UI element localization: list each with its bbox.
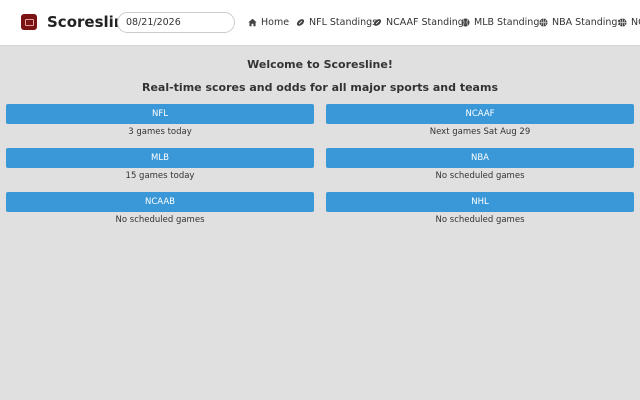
nav-ncaab-standings-label: NC — [631, 17, 640, 28]
nav-ncaaf-standings-label: NCAAF Standings — [386, 17, 469, 28]
basketball-icon — [539, 18, 548, 27]
scoresline-logo-icon[interactable] — [21, 14, 37, 30]
sport-card-nfl: NFL 3 games today — [6, 104, 314, 137]
sport-card-ncaaf: NCAAF Next games Sat Aug 29 — [326, 104, 634, 137]
ncaab-button[interactable]: NCAAB — [6, 192, 314, 212]
tagline-heading: Real-time scores and odds for all major … — [141, 81, 498, 94]
nav-home[interactable]: Home — [248, 17, 289, 28]
sport-card-ncaab: NCAAB No scheduled games — [6, 192, 314, 225]
baseball-icon — [461, 18, 470, 27]
nav-nba-standings[interactable]: NBA Standings — [539, 17, 622, 28]
mlb-status: 15 games today — [125, 171, 195, 181]
ncaab-status: No scheduled games — [115, 215, 205, 225]
top-navbar: Scoresline Home NFL Standings NCAAF Stan… — [0, 0, 640, 46]
nhl-status: No scheduled games — [435, 215, 525, 225]
home-icon — [248, 18, 257, 27]
nfl-status: 3 games today — [128, 127, 192, 137]
ncaaf-status: Next games Sat Aug 29 — [429, 127, 531, 137]
sport-card-mlb: MLB 15 games today — [6, 148, 314, 181]
nav-nfl-standings[interactable]: NFL Standings — [296, 17, 377, 28]
sport-card-nhl: NHL No scheduled games — [326, 192, 634, 225]
nav-mlb-standings-label: MLB Standings — [474, 17, 545, 28]
nav-nfl-standings-label: NFL Standings — [309, 17, 378, 28]
date-input[interactable] — [117, 12, 235, 33]
football-icon — [373, 18, 382, 27]
nav-home-label: Home — [261, 17, 290, 28]
nav-mlb-standings[interactable]: MLB Standings — [461, 17, 544, 28]
nav-ncaaf-standings[interactable]: NCAAF Standings — [373, 17, 469, 28]
nav-ncaab-standings[interactable]: NC — [618, 17, 640, 28]
nba-status: No scheduled games — [435, 171, 525, 181]
nav-nba-standings-label: NBA Standings — [552, 17, 623, 28]
ncaaf-button[interactable]: NCAAF — [326, 104, 634, 124]
nfl-button[interactable]: NFL — [6, 104, 314, 124]
mlb-button[interactable]: MLB — [6, 148, 314, 168]
football-icon — [296, 18, 305, 27]
nba-button[interactable]: NBA — [326, 148, 634, 168]
basketball-icon — [618, 18, 627, 27]
sport-card-nba: NBA No scheduled games — [326, 148, 634, 181]
welcome-heading: Welcome to Scoresline! — [247, 58, 393, 71]
nhl-button[interactable]: NHL — [326, 192, 634, 212]
